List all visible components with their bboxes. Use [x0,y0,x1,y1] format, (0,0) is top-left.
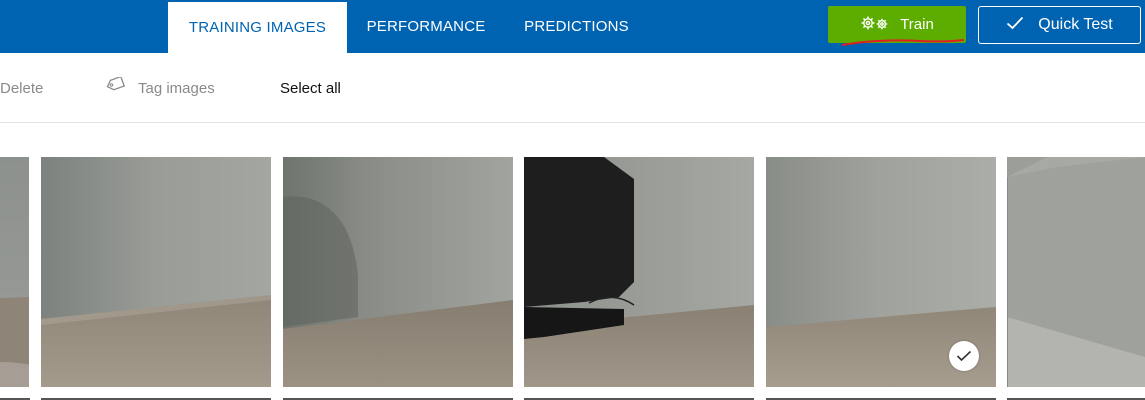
delete-label: Delete [0,79,44,97]
image-thumbnail-3[interactable] [283,157,513,387]
top-navigation-bar: TRAINING IMAGES PERFORMANCE PREDICTIONS … [0,0,1145,53]
tag-icon [104,75,126,99]
train-button[interactable]: Train [828,6,966,43]
tag-images-label: Tag images [138,79,215,97]
image-thumbnail-6[interactable] [1007,157,1145,387]
tab-training-images[interactable]: TRAINING IMAGES [168,2,347,53]
quick-test-button-label: Quick Test [1038,16,1113,33]
train-button-label: Train [900,16,934,33]
tab-predictions[interactable]: PREDICTIONS [515,0,638,53]
image-gallery [0,123,1145,400]
tab-performance[interactable]: PERFORMANCE [357,0,495,53]
select-all-label: Select all [280,79,341,97]
selected-check-icon[interactable] [949,341,979,371]
tag-images-button[interactable]: Tag images [104,53,215,123]
delete-button[interactable]: Delete [0,53,43,123]
image-thumbnail-2[interactable] [41,157,271,387]
select-all-button[interactable]: Select all [280,53,341,123]
image-toolbar: Delete Tag images Select all [0,53,1145,123]
image-thumbnail-4[interactable] [524,157,754,387]
checkmark-icon [1006,16,1024,35]
image-thumbnail-5[interactable] [766,157,996,387]
quick-test-button[interactable]: Quick Test [978,6,1141,44]
gears-icon [860,15,890,35]
image-thumbnail-1[interactable] [0,157,29,387]
